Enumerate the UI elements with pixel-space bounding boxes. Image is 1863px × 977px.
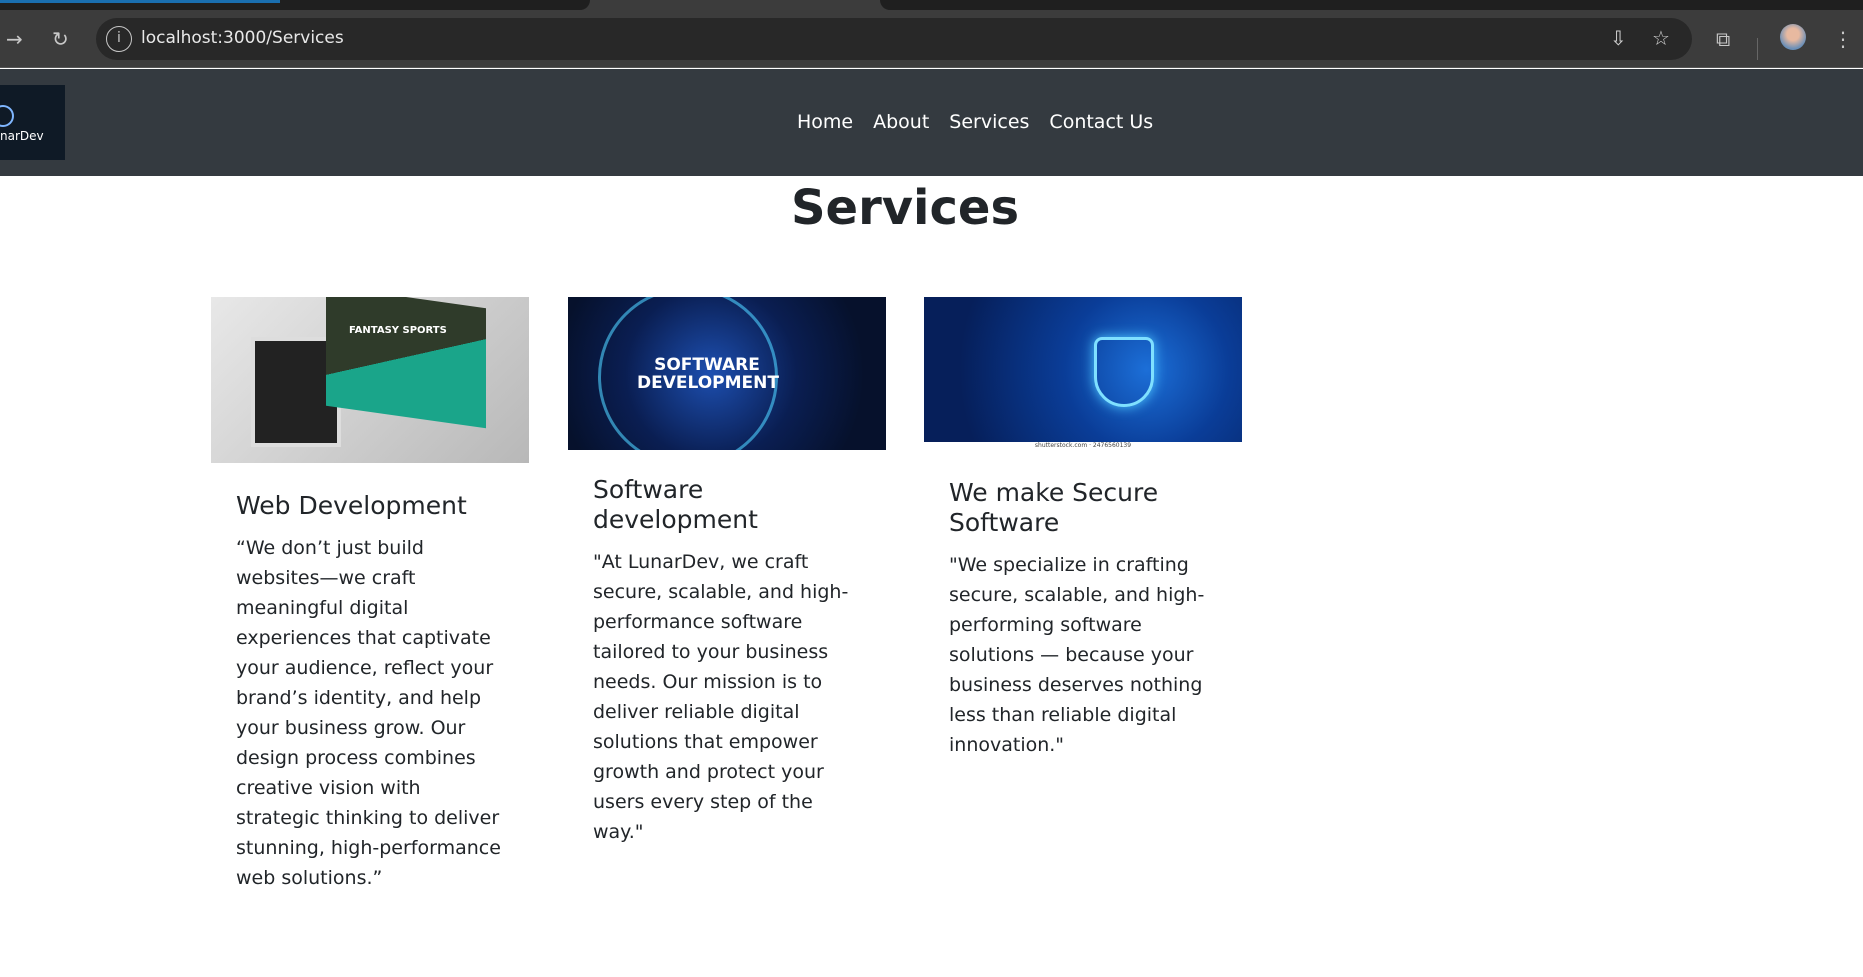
page-title: Services xyxy=(790,180,1020,236)
logo[interactable]: narDev xyxy=(0,85,65,160)
card-title: Software development xyxy=(593,475,758,534)
card-text: “We don’t just build websites—we craft m… xyxy=(236,537,501,889)
browser-toolbar: → ↻ i localhost:3000/Services ⇩ ☆ ⧉ ⋮ xyxy=(0,10,1863,68)
service-card: FANTASY SPORTS Web Development “We don’t… xyxy=(211,297,529,893)
image-caption: shutterstock.com · 2476560139 xyxy=(1034,442,1132,449)
security-lock-image xyxy=(924,297,1242,442)
image-text: FANTASY SPORTS xyxy=(349,325,447,336)
url-text[interactable]: localhost:3000/Services xyxy=(141,28,344,48)
browser-tab[interactable] xyxy=(880,0,1863,10)
divider xyxy=(1757,38,1758,60)
logo-text: narDev xyxy=(0,129,44,143)
service-card: SOFTWARE DEVELOPMENT Software developmen… xyxy=(568,297,886,847)
menu-icon[interactable]: ⋮ xyxy=(1833,25,1853,53)
nav-contact[interactable]: Contact Us xyxy=(1049,111,1153,133)
forward-icon[interactable]: → xyxy=(6,25,23,53)
card-text: "At LunarDev, we craft secure, scalable,… xyxy=(593,551,849,843)
card-text: "We specialize in crafting secure, scala… xyxy=(949,554,1205,756)
extensions-icon[interactable]: ⧉ xyxy=(1716,25,1730,53)
reload-icon[interactable]: ↻ xyxy=(52,25,69,53)
profile-avatar[interactable] xyxy=(1780,24,1806,50)
nav-about[interactable]: About xyxy=(873,111,929,133)
card-title: We make Secure Software xyxy=(949,478,1159,537)
software-development-image: SOFTWARE DEVELOPMENT xyxy=(568,297,886,450)
bookmark-star-icon[interactable]: ☆ xyxy=(1652,26,1670,50)
nav-services[interactable]: Services xyxy=(949,111,1029,133)
site-info-icon[interactable]: i xyxy=(106,26,132,52)
card-title: Web Development xyxy=(236,491,467,520)
service-card: shutterstock.com · 2476560139 We make Se… xyxy=(924,297,1242,760)
browser-tab[interactable] xyxy=(0,0,590,10)
image-text: SOFTWARE DEVELOPMENT xyxy=(637,354,779,393)
navbar: narDev Home About Services Contact Us xyxy=(0,69,1863,176)
web-development-image: FANTASY SPORTS xyxy=(211,297,529,463)
install-app-icon[interactable]: ⇩ xyxy=(1610,26,1627,50)
address-bar[interactable]: i localhost:3000/Services ⇩ ☆ xyxy=(96,18,1692,60)
nav-home[interactable]: Home xyxy=(797,111,853,133)
tab-strip xyxy=(0,0,1863,10)
